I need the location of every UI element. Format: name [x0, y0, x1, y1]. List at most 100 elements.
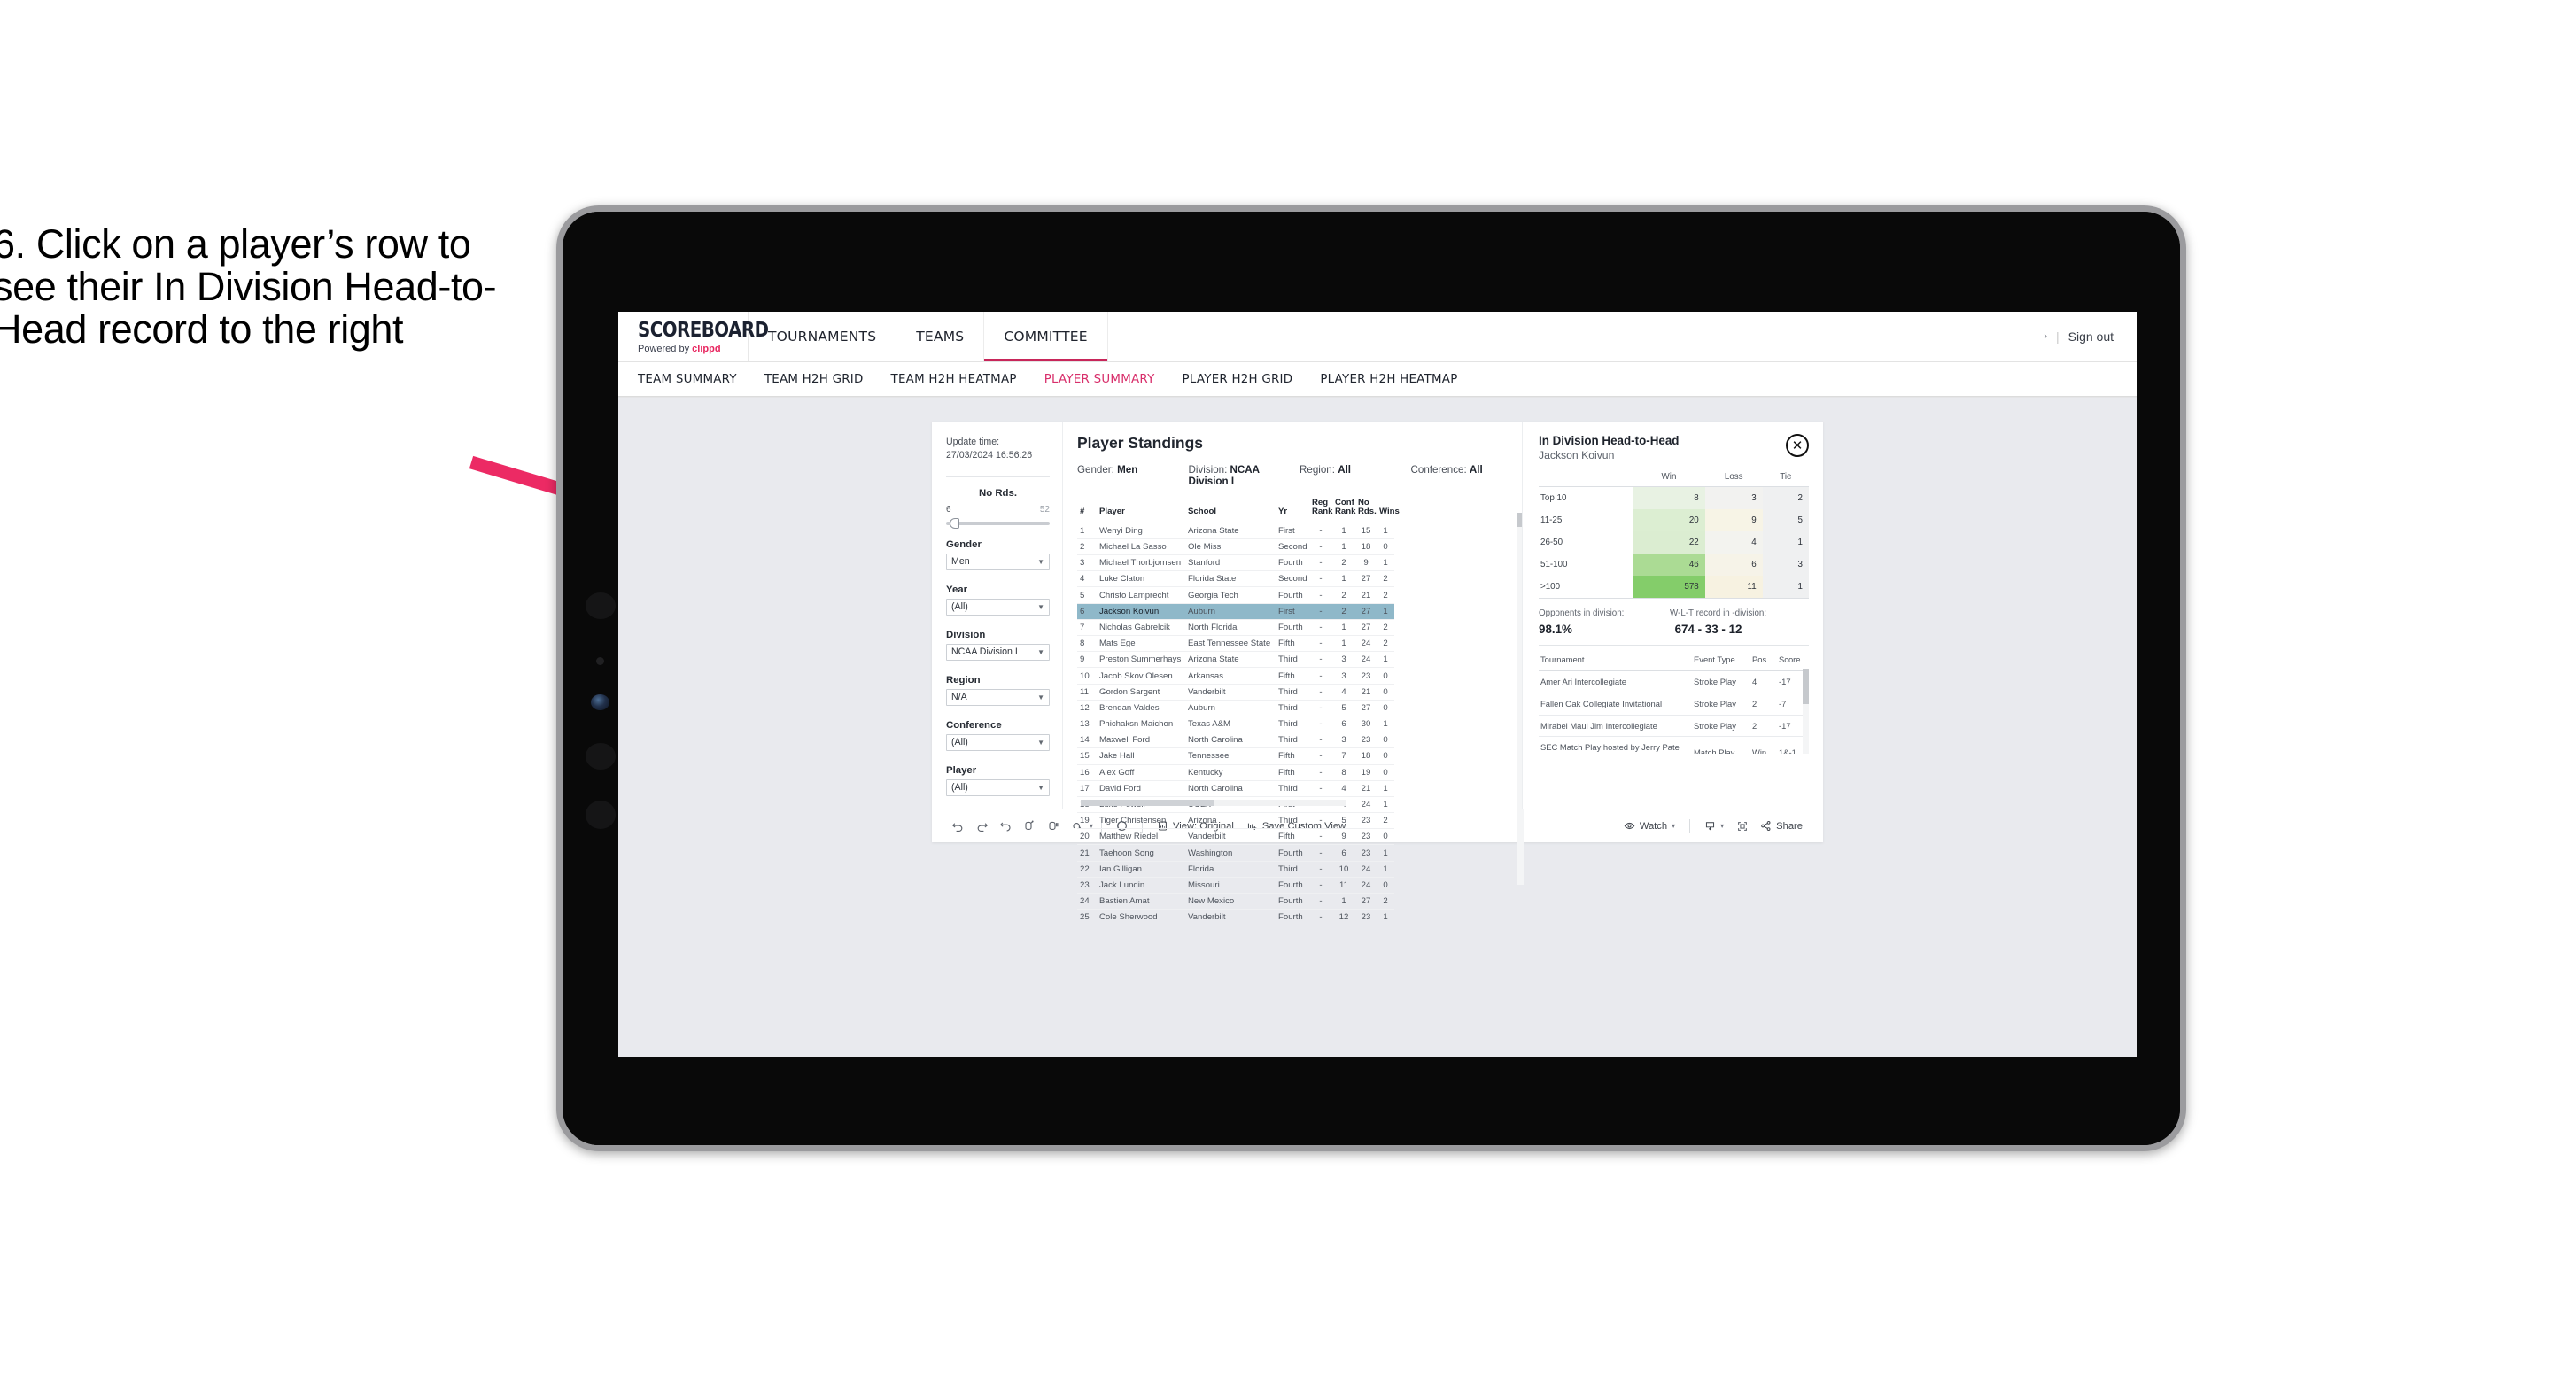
- scrollbar-thumb[interactable]: [1081, 800, 1214, 806]
- table-row[interactable]: 5 Christo Lamprecht Georgia Tech Fourth -2 21…: [1077, 586, 1394, 604]
- filter-year-select[interactable]: (All) ▼: [946, 598, 1050, 616]
- standings-table-area: # Player School Yr Reg Rank Conf Rank No Rd…: [1063, 497, 1524, 926]
- table-row[interactable]: 3 Michael Thorbjornsen Stanford Fourth -2 9 1: [1077, 554, 1394, 572]
- table-row[interactable]: 2 Michael La Sasso Ole Miss Second -1 18 0: [1077, 538, 1394, 556]
- cell-no-rds: 27: [1355, 893, 1377, 910]
- cell-player: Gordon Sargent: [1097, 684, 1185, 701]
- col-rank[interactable]: #: [1077, 497, 1097, 523]
- tournament-scrollbar[interactable]: [1803, 669, 1809, 754]
- table-row[interactable]: 6 Jackson Koivun Auburn First -2 27 1: [1077, 603, 1394, 620]
- brand-logo[interactable]: SCOREBOARD Powered by clippd: [618, 312, 769, 361]
- h2h-col-loss: Loss: [1704, 472, 1763, 487]
- cell-conf-rank: 6: [1332, 844, 1355, 862]
- table-row[interactable]: 7 Nicholas Gabrelcik North Florida Fourth -1…: [1077, 619, 1394, 637]
- download-icon: [1706, 822, 1715, 831]
- tab-player-h2h-heatmap[interactable]: PLAYER H2H HEATMAP: [1320, 373, 1457, 386]
- table-row[interactable]: 19 Tiger Christensen Arizona Third -5 23 2: [1077, 812, 1394, 830]
- nav-item-tournaments[interactable]: TOURNAMENTS: [749, 312, 897, 361]
- tournament-row[interactable]: Mirabel Maui Jim Intercollegiate Stroke P…: [1539, 715, 1809, 738]
- tournament-row[interactable]: SEC Match Play hosted by Jerry Pate Roun…: [1539, 736, 1809, 754]
- tab-team-h2h-heatmap[interactable]: TEAM H2H HEATMAP: [891, 373, 1017, 386]
- col-wins[interactable]: Wins: [1377, 497, 1400, 523]
- table-row[interactable]: 23 Jack Lundin Missouri Fourth -11 24 0: [1077, 877, 1394, 894]
- download-button[interactable]: ▾: [1698, 820, 1730, 832]
- tour-col-tournament: Tournament: [1539, 647, 1692, 671]
- meta-region: Region: All: [1300, 464, 1411, 487]
- table-row[interactable]: 25 Cole Sherwood Vanderbilt Fourth -12 23 1: [1077, 909, 1394, 926]
- no-rounds-slider[interactable]: [946, 517, 1050, 529]
- tab-player-h2h-grid[interactable]: PLAYER H2H GRID: [1183, 373, 1293, 386]
- table-row[interactable]: 17 David Ford North Carolina Third -4 21 1: [1077, 780, 1394, 797]
- filter-conference-select[interactable]: (All) ▼: [946, 733, 1050, 751]
- table-row[interactable]: 10 Jacob Skov Olesen Arkansas Fifth -3 23 0: [1077, 667, 1394, 685]
- table-row[interactable]: 13 Phichaksn Maichon Texas A&M Third -6 30 1: [1077, 716, 1394, 733]
- sensor-icon: [586, 592, 616, 619]
- cell-school: East Tennessee State: [1185, 635, 1276, 653]
- table-row[interactable]: 4 Luke Claton Florida State Second -1 27 2: [1077, 570, 1394, 588]
- h2h-bucket-label: 11-25: [1540, 515, 1563, 525]
- col-reg-rank[interactable]: Reg Rank: [1309, 497, 1332, 523]
- cell-reg-rank: -: [1309, 861, 1332, 878]
- table-row[interactable]: 21 Taehoon Song Washington Fourth -6 23 1: [1077, 844, 1394, 862]
- table-row[interactable]: 12 Brendan Valdes Auburn Third -5 27 0: [1077, 700, 1394, 716]
- table-row[interactable]: 1 Wenyi Ding Arizona State First -1 15 1: [1077, 523, 1394, 539]
- tab-team-h2h-grid[interactable]: TEAM H2H GRID: [764, 373, 864, 386]
- refresh-icon[interactable]: [1018, 814, 1042, 838]
- tab-team-summary[interactable]: TEAM SUMMARY: [638, 373, 737, 386]
- h2h-bucket-label: 26-50: [1540, 538, 1563, 547]
- filter-division-select[interactable]: NCAA Division I ▼: [946, 643, 1050, 661]
- filter-region-select[interactable]: N/A ▼: [946, 688, 1050, 706]
- table-row[interactable]: 20 Matthew Riedel Vanderbilt Fifth -9 23 0: [1077, 828, 1394, 846]
- slider-handle[interactable]: [950, 517, 959, 529]
- close-icon[interactable]: ✕: [1786, 434, 1809, 457]
- table-row[interactable]: 22 Ian Gilligan Florida Third -10 24 1: [1077, 861, 1394, 878]
- table-row[interactable]: 11 Gordon Sargent Vanderbilt Third -4 21 0: [1077, 684, 1394, 701]
- tournament-row[interactable]: Fallen Oak Collegiate Invitational Stroke…: [1539, 693, 1809, 716]
- nav-item-teams[interactable]: TEAMS: [896, 312, 985, 361]
- filter-division: Division NCAA Division I ▼: [946, 630, 1050, 661]
- chevron-right-icon[interactable]: ›: [2044, 331, 2047, 342]
- cell-rank: 4: [1077, 570, 1097, 588]
- col-no-rds[interactable]: No Rds.: [1355, 497, 1377, 523]
- no-rounds-filter[interactable]: No Rds. 6 52: [946, 488, 1050, 529]
- col-yr[interactable]: Yr: [1276, 497, 1309, 523]
- table-row[interactable]: 9 Preston Summerhays Arizona State Third -3 2…: [1077, 651, 1394, 669]
- watch-button[interactable]: Watch ▾: [1618, 820, 1681, 832]
- pause-icon[interactable]: [1042, 814, 1066, 838]
- stat-wlt-value: 674 - 33 - 12: [1674, 623, 1742, 636]
- cell-no-rds: 24: [1355, 635, 1377, 653]
- col-school[interactable]: School: [1185, 497, 1276, 523]
- tab-player-summary[interactable]: PLAYER SUMMARY: [1044, 373, 1155, 386]
- cell-player: Michael La Sasso: [1097, 538, 1185, 556]
- filter-player: Player (All) ▼: [946, 765, 1050, 796]
- col-player[interactable]: Player: [1097, 497, 1185, 523]
- tournament-row[interactable]: Amer Ari Intercollegiate Stroke Play 4 -17: [1539, 670, 1809, 693]
- update-time-block: Update time: 27/03/2024 16:56:26: [946, 436, 1050, 463]
- fullscreen-icon[interactable]: [1730, 814, 1754, 838]
- filter-gender-select[interactable]: Men ▼: [946, 553, 1050, 570]
- filter-player-select[interactable]: (All) ▼: [946, 778, 1050, 796]
- filter-year-value: (All): [951, 601, 968, 613]
- cell-no-rds: 27: [1355, 619, 1377, 637]
- table-row[interactable]: 15 Jake Hall Tennessee Fifth -7 18 0: [1077, 747, 1394, 765]
- scrollbar-thumb[interactable]: [1803, 669, 1809, 704]
- toolbar-divider: [1689, 818, 1691, 833]
- instruction-caption: 6. Click on a player’s row to see their …: [0, 221, 497, 352]
- table-row[interactable]: 14 Maxwell Ford North Carolina Third -3 23 0: [1077, 732, 1394, 749]
- col-conf-rank[interactable]: Conf Rank: [1332, 497, 1355, 523]
- sign-out-link[interactable]: Sign out: [2068, 329, 2114, 344]
- share-button[interactable]: Share: [1754, 820, 1809, 832]
- nav-item-committee[interactable]: COMMITTEE: [984, 312, 1108, 361]
- cell-yr: First: [1276, 523, 1309, 539]
- table-row[interactable]: 16 Alex Goff Kentucky Fifth -8 19 0: [1077, 764, 1394, 781]
- table-row[interactable]: 8 Mats Ege East Tennessee State Fifth -1 24 2: [1077, 635, 1394, 653]
- undo-icon[interactable]: [946, 814, 970, 838]
- table-row[interactable]: 24 Bastien Amat New Mexico Fourth -1 27 2: [1077, 893, 1394, 910]
- cell-rank: 9: [1077, 651, 1097, 669]
- redo-icon[interactable]: [970, 814, 994, 838]
- meta-division: Division: NCAA Division I: [1189, 464, 1300, 487]
- table-horizontal-scrollbar[interactable]: [1081, 800, 1346, 806]
- sensor-secondary-icon: [586, 743, 616, 770]
- revert-icon[interactable]: [994, 814, 1018, 838]
- cell-wins: 2: [1377, 619, 1394, 637]
